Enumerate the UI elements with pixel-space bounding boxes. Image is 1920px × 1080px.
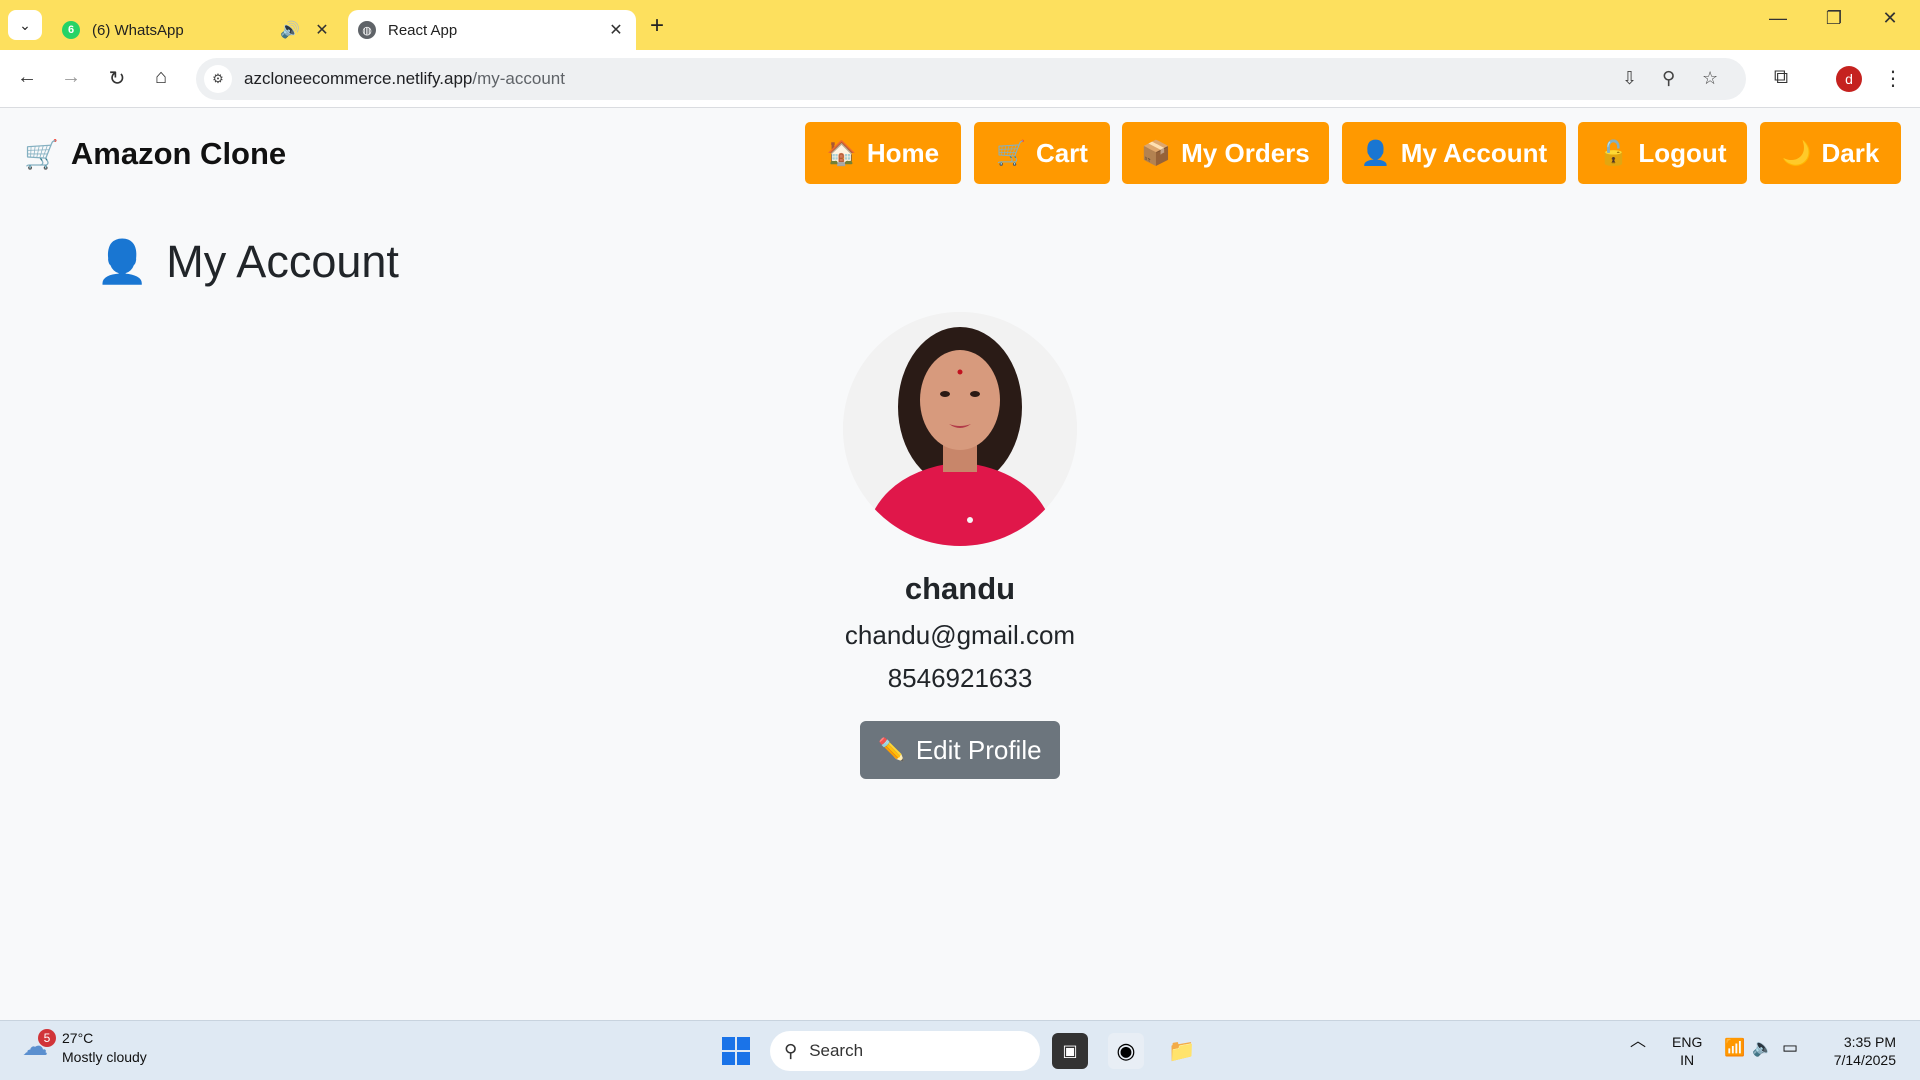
speaker-icon[interactable]: 🔊 <box>278 20 302 40</box>
page-title: 👤 My Account <box>96 236 399 288</box>
close-window-icon[interactable]: ✕ <box>1870 8 1910 29</box>
nav-label: Dark <box>1821 137 1880 168</box>
browser-tabstrip: ⌄ 6 (6) WhatsApp 🔊 ✕ ◍ React App ✕ + — ❐… <box>0 0 1920 50</box>
windows-start-icon[interactable] <box>722 1037 750 1065</box>
profile-avatar[interactable]: d <box>1836 66 1862 92</box>
package-icon: 📦 <box>1141 139 1172 167</box>
region-code: IN <box>1680 1052 1695 1068</box>
new-tab-icon[interactable]: + <box>650 12 664 40</box>
user-icon: 👤 <box>1360 139 1391 167</box>
browser-toolbar: ← → ↻ ⌂ ⚙ azcloneecommerce.netlify.app/m… <box>0 50 1920 108</box>
bookmark-star-icon[interactable]: ☆ <box>1702 68 1718 89</box>
user-silhouette-icon: 👤 <box>96 237 149 285</box>
close-tab-icon[interactable]: ✕ <box>310 20 334 40</box>
language-code: ENG <box>1672 1034 1703 1050</box>
minimize-icon[interactable]: — <box>1758 8 1798 29</box>
battery-icon[interactable]: ▭ <box>1782 1039 1798 1057</box>
language-indicator[interactable]: ENG IN <box>1672 1033 1702 1069</box>
globe-favicon-icon: ◍ <box>358 21 376 39</box>
tab-react-app[interactable]: ◍ React App ✕ <box>348 10 636 50</box>
nav-label: Home <box>866 137 940 168</box>
search-icon: ⚲ <box>784 1040 798 1061</box>
temperature: 27°C <box>62 1030 94 1046</box>
clock-time: 3:35 PM <box>1843 1034 1896 1050</box>
unlock-icon: 🔓 <box>1598 139 1629 167</box>
nav-my-account-button[interactable]: 👤 My Account <box>1342 122 1566 184</box>
chrome-icon[interactable]: ◉ <box>1108 1033 1144 1069</box>
pencil-icon: ✏️ <box>878 737 906 762</box>
brand[interactable]: 🛒 Amazon Clone <box>24 136 286 172</box>
extensions-icon[interactable]: ⧉ <box>1766 66 1796 89</box>
moon-icon: 🌙 <box>1781 139 1812 167</box>
restore-icon[interactable]: ❐ <box>1814 8 1854 29</box>
weather-condition: Mostly cloudy <box>62 1049 147 1065</box>
tab-whatsapp[interactable]: 6 (6) WhatsApp 🔊 ✕ <box>52 10 342 50</box>
user-email: chandu@gmail.com <box>844 620 1076 650</box>
menu-kebab-icon[interactable]: ⋮ <box>1878 66 1908 91</box>
url-text[interactable]: azcloneecommerce.netlify.app/my-account <box>244 69 565 89</box>
nav-label: My Orders <box>1181 137 1310 168</box>
house-icon: 🏠 <box>826 139 857 167</box>
home-icon[interactable]: ⌂ <box>146 66 176 89</box>
forward-icon[interactable]: → <box>56 66 86 89</box>
cloud-icon: ☁ 5 <box>22 1029 56 1065</box>
nav-cart-button[interactable]: 🛒 Cart <box>974 122 1110 184</box>
os-taskbar: ☁ 5 27°C Mostly cloudy ⚲ Search ▣ ◉ 📁 ︿ … <box>0 1020 1920 1080</box>
wifi-icon[interactable]: 📶 <box>1724 1039 1745 1057</box>
tab-title: (6) WhatsApp <box>92 21 184 39</box>
profile-avatar-image <box>843 312 1077 546</box>
file-explorer-icon[interactable]: 📁 <box>1164 1033 1200 1069</box>
tab-search-button[interactable]: ⌄ <box>8 10 42 40</box>
nav-logout-button[interactable]: 🔓 Logout <box>1578 122 1747 184</box>
back-icon[interactable]: ← <box>12 66 42 89</box>
search-placeholder: Search <box>809 1041 864 1060</box>
clock-date: 7/14/2025 <box>1833 1052 1896 1068</box>
clock[interactable]: 3:35 PM 7/14/2025 <box>1822 1033 1896 1069</box>
address-bar[interactable]: ⚙ azcloneecommerce.netlify.app/my-accoun… <box>196 58 1746 100</box>
cart-icon: 🛒 <box>996 139 1026 167</box>
user-name: chandu <box>904 571 1016 606</box>
weather-badge: 5 <box>38 1029 56 1047</box>
reload-icon[interactable]: ↻ <box>102 66 132 91</box>
brand-name: Amazon Clone <box>70 136 287 171</box>
user-phone: 8546921633 <box>887 663 1033 693</box>
weather-widget[interactable]: ☁ 5 27°C Mostly cloudy <box>22 1029 147 1067</box>
nav-label: Logout <box>1638 137 1727 168</box>
profile-photo <box>843 312 1077 546</box>
edit-profile-button[interactable]: ✏️ Edit Profile <box>860 721 1060 779</box>
tab-title: React App <box>388 21 458 39</box>
page-title-text: My Account <box>166 236 399 287</box>
close-tab-icon[interactable]: ✕ <box>604 20 628 40</box>
install-app-icon[interactable]: ⇩ <box>1622 68 1637 89</box>
taskbar-search[interactable]: ⚲ Search <box>770 1031 1040 1071</box>
task-view-icon[interactable]: ▣ <box>1052 1033 1088 1069</box>
url-path: /my-account <box>472 69 565 88</box>
edit-profile-label: Edit Profile <box>915 734 1042 765</box>
url-host: azcloneecommerce.netlify.app <box>244 69 473 88</box>
shopping-cart-icon: 🛒 <box>24 138 59 170</box>
nav-label: Cart <box>1035 137 1088 168</box>
nav-label: My Account <box>1400 137 1548 168</box>
nav-home-button[interactable]: 🏠 Home <box>805 122 961 184</box>
nav-dark-mode-button[interactable]: 🌙 Dark <box>1760 122 1901 184</box>
nav-my-orders-button[interactable]: 📦 My Orders <box>1122 122 1329 184</box>
site-info-icon[interactable]: ⚙ <box>204 65 232 93</box>
whatsapp-favicon-icon: 6 <box>62 21 80 39</box>
volume-icon[interactable]: 🔈 <box>1752 1039 1773 1057</box>
show-hidden-icons-icon[interactable]: ︿ <box>1630 1033 1646 1051</box>
zoom-icon[interactable]: ⚲ <box>1662 68 1675 89</box>
